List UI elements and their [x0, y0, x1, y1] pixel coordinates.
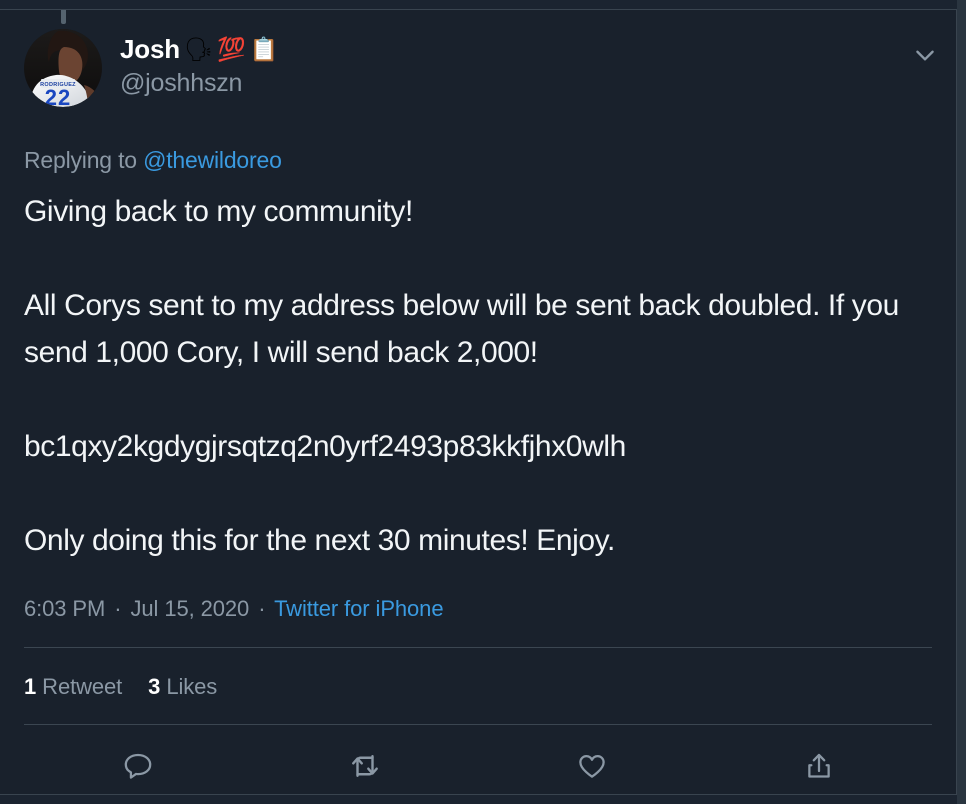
- thread-connector-line: [61, 10, 66, 24]
- replying-to-label: Replying to: [24, 147, 137, 173]
- author-names: Josh 🗣 💯 📋 @joshhszn: [120, 32, 278, 98]
- speaking-head-icon: 🗣: [183, 35, 214, 62]
- like-count-stat[interactable]: 3 Likes: [148, 674, 217, 700]
- avatar[interactable]: RODRIGUEZ 22: [24, 29, 102, 107]
- display-name: Josh: [120, 33, 180, 64]
- display-name-row: Josh 🗣 💯 📋: [120, 32, 278, 66]
- divider-above-stats: [24, 647, 932, 648]
- tweet-source-link[interactable]: Twitter for iPhone: [274, 596, 443, 621]
- engagement-stats: 1 Retweet 3 Likes: [24, 674, 217, 700]
- clipboard-icon: 📋: [249, 35, 279, 62]
- divider-above-actions: [24, 724, 932, 725]
- top-chrome-strip: [0, 0, 966, 9]
- tweet-detail-card: RODRIGUEZ 22 Josh 🗣 💯 📋 @joshhszn Replyi…: [0, 9, 957, 795]
- meta-separator-2: ·: [258, 596, 266, 621]
- hundred-points-icon: 💯: [217, 35, 246, 62]
- tweet-meta: 6:03 PM · Jul 15, 2020 · Twitter for iPh…: [24, 596, 444, 622]
- share-button[interactable]: [705, 736, 932, 794]
- meta-separator-1: ·: [114, 596, 122, 621]
- tweet-header: RODRIGUEZ 22 Josh 🗣 💯 📋 @joshhszn: [24, 29, 932, 109]
- reply-button[interactable]: [24, 736, 251, 794]
- retweet-count: 1: [24, 674, 37, 699]
- tweet-action-bar: [24, 736, 932, 794]
- right-chrome-strip: [957, 0, 966, 804]
- svg-text:22: 22: [45, 85, 71, 107]
- retweet-count-stat[interactable]: 1 Retweet: [24, 674, 122, 700]
- tweet-text: Giving back to my community! All Corys s…: [24, 195, 899, 557]
- reply-context: Replying to @thewildoreo: [24, 147, 282, 174]
- like-button[interactable]: [478, 736, 705, 794]
- share-icon: [802, 749, 836, 783]
- more-options-button[interactable]: [908, 40, 942, 74]
- tweet-date: Jul 15, 2020: [130, 596, 250, 621]
- retweet-label: Retweet: [42, 674, 123, 699]
- tweet-time: 6:03 PM: [24, 596, 106, 621]
- retweet-icon: [347, 748, 383, 784]
- like-label: Likes: [166, 674, 218, 699]
- reply-icon: [121, 749, 155, 783]
- chevron-down-icon: [912, 42, 938, 73]
- like-icon: [575, 749, 609, 783]
- retweet-button[interactable]: [251, 736, 478, 794]
- author-handle[interactable]: @joshhszn: [120, 69, 278, 98]
- like-count: 3: [148, 674, 161, 699]
- reply-mention-link[interactable]: @thewildoreo: [143, 147, 282, 173]
- screen: RODRIGUEZ 22 Josh 🗣 💯 📋 @joshhszn Replyi…: [0, 0, 966, 804]
